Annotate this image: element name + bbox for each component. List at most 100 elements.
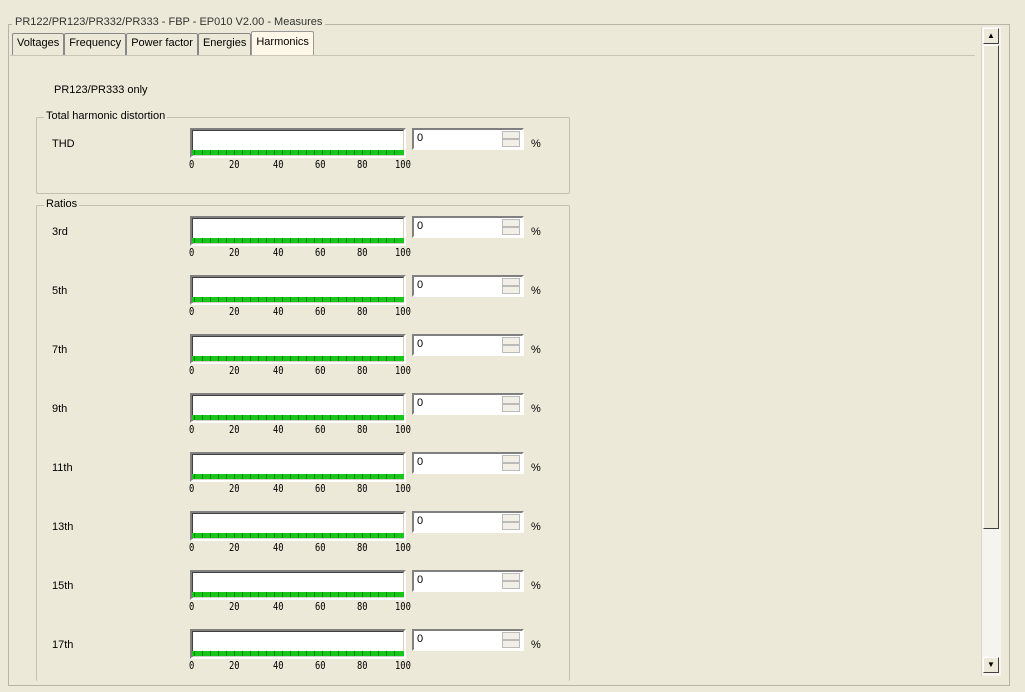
value-text[interactable]: 0 <box>417 338 423 350</box>
thd-unit: % <box>531 138 541 150</box>
value-text[interactable]: 0 <box>417 397 423 409</box>
thd-label: THD <box>52 138 75 150</box>
tab-harmonics[interactable]: Harmonics <box>251 31 314 55</box>
value-text[interactable]: 0 <box>417 574 423 586</box>
axis-tick-label: 20 <box>229 305 240 318</box>
axis-tick-label: 100 <box>395 541 411 554</box>
axis-tick-label: 0 <box>189 158 195 171</box>
spin-up-icon[interactable] <box>502 337 520 345</box>
tab-frequency[interactable]: Frequency <box>64 33 127 55</box>
harmonic-11th-value-spinner[interactable]: 0 <box>412 452 524 474</box>
spin-down-icon[interactable] <box>502 227 520 235</box>
bar-ticks <box>194 415 402 420</box>
axis-tick-label: 60 <box>315 541 326 554</box>
axis-tick-label: 60 <box>315 659 326 672</box>
harmonic-11th-bar <box>190 452 406 482</box>
axis-tick-label: 60 <box>315 423 326 436</box>
harmonic-13th-value-spinner[interactable]: 0 <box>412 511 524 533</box>
harmonic-5th-value-spinner[interactable]: 0 <box>412 275 524 297</box>
spin-up-icon[interactable] <box>502 396 520 404</box>
bar-ticks <box>194 238 402 243</box>
harmonic-15th-value-spinner[interactable]: 0 <box>412 570 524 592</box>
spin-down-icon[interactable] <box>502 286 520 294</box>
tab-energies[interactable]: Energies <box>197 33 252 55</box>
axis-tick-label: 60 <box>315 600 326 613</box>
thd-value-spinner[interactable]: 0 <box>412 128 524 150</box>
harmonic-17th-value-spinner[interactable]: 0 <box>412 629 524 651</box>
value-text[interactable]: 0 <box>417 279 423 291</box>
axis-tick-label: 80 <box>357 158 368 171</box>
harmonic-7th-unit: % <box>531 344 541 356</box>
axis-tick-label: 60 <box>315 364 326 377</box>
spin-up-icon[interactable] <box>502 514 520 522</box>
axis-tick-label: 100 <box>395 482 411 495</box>
value-text[interactable]: 0 <box>417 132 423 144</box>
tab-strip: Voltages Frequency Power factor Energies… <box>12 31 314 55</box>
harmonic-17th-unit: % <box>531 639 541 651</box>
bar-ticks <box>194 297 402 302</box>
harmonic-5th-unit: % <box>531 285 541 297</box>
axis-tick-label: 60 <box>315 305 326 318</box>
harmonic-7th-value-spinner[interactable]: 0 <box>412 334 524 356</box>
axis-tick-label: 60 <box>315 158 326 171</box>
axis-tick-label: 0 <box>189 305 195 318</box>
spin-down-icon[interactable] <box>502 404 520 412</box>
harmonic-3rd-label: 3rd <box>52 226 68 238</box>
spin-up-icon[interactable] <box>502 573 520 581</box>
axis-tick-label: 20 <box>229 423 240 436</box>
axis-tick-label: 20 <box>229 246 240 259</box>
axis-tick-label: 40 <box>273 246 284 259</box>
scrollbar-thumb[interactable] <box>983 45 999 529</box>
bar-ticks <box>194 150 402 155</box>
vertical-scrollbar[interactable]: ▲ ▼ <box>981 27 1001 676</box>
bar-ticks <box>194 533 402 538</box>
tab-voltages[interactable]: Voltages <box>12 33 65 55</box>
harmonic-9th-value-spinner[interactable]: 0 <box>412 393 524 415</box>
tab-power-factor[interactable]: Power factor <box>126 33 198 55</box>
axis-tick-label: 0 <box>189 541 195 554</box>
spin-up-icon[interactable] <box>502 131 520 139</box>
thd-bar <box>190 128 406 158</box>
bar-ticks <box>194 356 402 361</box>
harmonic-3rd-value-spinner[interactable]: 0 <box>412 216 524 238</box>
value-text[interactable]: 0 <box>417 515 423 527</box>
harmonic-15th-axis: 0 20 40 60 80 100 <box>186 600 418 613</box>
spin-down-icon[interactable] <box>502 463 520 471</box>
spin-up-icon[interactable] <box>502 278 520 286</box>
spin-down-icon[interactable] <box>502 522 520 530</box>
harmonic-5th-bar <box>190 275 406 305</box>
arrow-up-icon[interactable]: ▲ <box>983 28 999 44</box>
harmonic-17th-bar <box>190 629 406 659</box>
value-text[interactable]: 0 <box>417 456 423 468</box>
harmonic-5th-label: 5th <box>52 285 68 297</box>
arrow-down-icon[interactable]: ▼ <box>983 657 999 673</box>
axis-tick-label: 0 <box>189 423 195 436</box>
axis-tick-label: 20 <box>229 600 240 613</box>
harmonic-17th-label: 17th <box>52 639 74 651</box>
harmonic-17th-axis: 0 20 40 60 80 100 <box>186 659 418 672</box>
axis-tick-label: 100 <box>395 364 411 377</box>
bar-ticks <box>194 474 402 479</box>
spin-down-icon[interactable] <box>502 345 520 353</box>
harmonic-5th-axis: 0 20 40 60 80 100 <box>186 305 418 318</box>
axis-tick-label: 40 <box>273 158 284 171</box>
axis-tick-label: 20 <box>229 482 240 495</box>
axis-tick-label: 100 <box>395 600 411 613</box>
harmonic-9th-unit: % <box>531 403 541 415</box>
harmonic-11th-label: 11th <box>52 462 73 474</box>
axis-tick-label: 80 <box>357 364 368 377</box>
axis-tick-label: 100 <box>395 659 411 672</box>
spin-up-icon[interactable] <box>502 219 520 227</box>
harmonic-13th-label: 13th <box>52 521 74 533</box>
axis-tick-label: 80 <box>357 305 368 318</box>
spin-up-icon[interactable] <box>502 455 520 463</box>
spin-down-icon[interactable] <box>502 581 520 589</box>
spin-up-icon[interactable] <box>502 632 520 640</box>
spin-down-icon[interactable] <box>502 139 520 147</box>
axis-tick-label: 60 <box>315 246 326 259</box>
axis-tick-label: 0 <box>189 246 195 259</box>
axis-tick-label: 100 <box>395 423 411 436</box>
value-text[interactable]: 0 <box>417 633 423 645</box>
spin-down-icon[interactable] <box>502 640 520 648</box>
value-text[interactable]: 0 <box>417 220 423 232</box>
